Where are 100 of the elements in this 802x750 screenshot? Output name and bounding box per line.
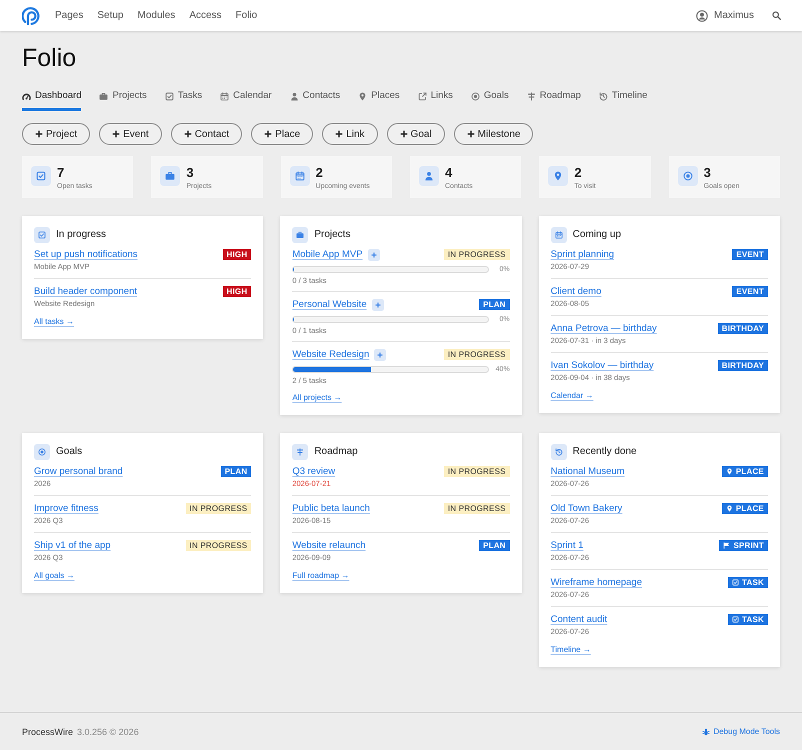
- task-link[interactable]: Build header component: [34, 285, 137, 298]
- goal-link[interactable]: Improve fitness: [34, 502, 98, 515]
- plus-icon: [112, 130, 120, 138]
- add-button[interactable]: Event: [99, 123, 162, 145]
- nav-link[interactable]: Folio: [236, 10, 258, 22]
- checkbox-icon: [31, 166, 51, 186]
- calendar-icon: [220, 92, 230, 100]
- type-badge: PLACE: [722, 503, 768, 514]
- type-badge: TASK: [728, 577, 768, 588]
- view-all-link[interactable]: Calendar →: [550, 391, 594, 401]
- type-badge: BIRTHDAY: [718, 323, 768, 334]
- target-icon: [34, 444, 50, 460]
- event-link[interactable]: Ivan Sokolov — birthday: [550, 359, 654, 372]
- status-badge: IN PROGRESS: [444, 249, 510, 260]
- briefcase-icon: [292, 227, 308, 243]
- event-link[interactable]: Sprint planning: [550, 248, 614, 261]
- add-button[interactable]: Milestone: [454, 123, 534, 145]
- stat-value: 7: [57, 166, 66, 180]
- view-all-link[interactable]: All projects →: [292, 393, 342, 403]
- milestone-link[interactable]: Q3 review: [292, 465, 336, 478]
- nav-link[interactable]: Pages: [55, 10, 84, 22]
- plus-icon: [466, 130, 475, 138]
- external-link-icon: [418, 92, 427, 100]
- view-all-link[interactable]: All tasks →: [34, 317, 74, 327]
- done-item-link[interactable]: Wireframe homepage: [550, 576, 642, 589]
- view-all-link[interactable]: Full roadmap →: [292, 571, 350, 581]
- briefcase-icon: [160, 166, 180, 186]
- page-title: Folio: [22, 43, 78, 73]
- milestone-link[interactable]: Public beta launch: [292, 502, 370, 515]
- status-badge: PLAN: [220, 466, 252, 477]
- person-icon: [290, 92, 299, 100]
- tab[interactable]: Projects: [99, 86, 147, 111]
- add-button[interactable]: Contact: [170, 123, 242, 145]
- tab[interactable]: Timeline: [598, 86, 648, 111]
- target-icon: [678, 166, 698, 186]
- priority-badge: HIGH: [222, 286, 252, 297]
- card-title: Roadmap: [314, 446, 358, 458]
- checkbox-icon: [732, 579, 739, 586]
- type-badge: TASK: [728, 614, 768, 625]
- type-badge: PLACE: [722, 466, 768, 477]
- stat-value: 2: [316, 166, 324, 180]
- status-badge: PLAN: [479, 540, 510, 551]
- type-badge: SPRINT: [719, 540, 768, 551]
- tab[interactable]: Contacts: [290, 86, 340, 111]
- task-link[interactable]: Set up push notifications: [34, 248, 138, 261]
- tab[interactable]: Calendar: [220, 86, 272, 111]
- nav-link[interactable]: Modules: [138, 10, 176, 22]
- stat-value: 4: [445, 166, 454, 180]
- add-button[interactable]: Place: [251, 123, 314, 145]
- project-link[interactable]: Personal Website: [292, 298, 367, 311]
- bug-icon: [702, 728, 710, 736]
- view-all-link[interactable]: Timeline →: [550, 645, 591, 655]
- add-button[interactable]: Project: [22, 123, 90, 145]
- add-button[interactable]: Goal: [386, 123, 445, 145]
- status-badge: IN PROGRESS: [186, 503, 252, 514]
- done-item-link[interactable]: Content audit: [550, 613, 608, 626]
- card-title: Goals: [56, 446, 82, 458]
- gauge-icon: [22, 92, 31, 100]
- view-all-link[interactable]: All goals →: [34, 571, 74, 581]
- plus-icon: [400, 130, 408, 138]
- user-avatar-icon: [696, 10, 708, 22]
- search-icon[interactable]: [772, 11, 781, 20]
- plus-icon[interactable]: [368, 248, 380, 260]
- logo-icon[interactable]: [22, 6, 41, 26]
- tab[interactable]: Places: [358, 86, 400, 111]
- plus-icon[interactable]: [374, 348, 386, 360]
- event-link[interactable]: Anna Petrova — birthday: [550, 322, 657, 335]
- tab[interactable]: Tasks: [164, 86, 202, 111]
- status-badge: IN PROGRESS: [444, 349, 510, 360]
- goal-link[interactable]: Grow personal brand: [34, 465, 123, 478]
- done-item-link[interactable]: Old Town Bakery: [550, 502, 622, 515]
- plus-icon: [264, 130, 272, 138]
- tab[interactable]: Dashboard: [22, 86, 82, 111]
- priority-badge: HIGH: [222, 249, 252, 260]
- tab[interactable]: Goals: [470, 86, 509, 111]
- goal-link[interactable]: Ship v1 of the app: [34, 539, 111, 552]
- event-link[interactable]: Client demo: [550, 285, 602, 298]
- done-item-link[interactable]: National Museum: [550, 465, 625, 478]
- debug-tools-link[interactable]: Debug Mode Tools: [702, 727, 780, 736]
- project-link[interactable]: Mobile App MVP: [292, 248, 363, 261]
- plus-icon: [35, 130, 43, 138]
- plus-icon[interactable]: [372, 298, 384, 310]
- add-button[interactable]: Link: [322, 123, 378, 145]
- tab[interactable]: Links: [418, 86, 453, 111]
- project-link[interactable]: Website Redesign: [292, 348, 370, 361]
- done-item-link[interactable]: Sprint 1: [550, 539, 584, 552]
- brand-name: ProcessWire: [22, 726, 74, 736]
- nav-link[interactable]: Access: [189, 10, 222, 22]
- plus-icon: [184, 130, 192, 138]
- signpost-icon: [292, 444, 308, 460]
- user-menu[interactable]: Maximus: [696, 10, 754, 22]
- card-title: In progress: [56, 229, 106, 241]
- plus-icon: [335, 130, 344, 138]
- card-title: Projects: [314, 229, 350, 241]
- type-badge: BIRTHDAY: [718, 360, 768, 371]
- milestone-link[interactable]: Website relaunch: [292, 539, 366, 552]
- tab[interactable]: Roadmap: [526, 86, 581, 111]
- calendar-icon: [550, 227, 567, 243]
- stat-value: 2: [574, 166, 583, 180]
- nav-link[interactable]: Setup: [97, 10, 124, 22]
